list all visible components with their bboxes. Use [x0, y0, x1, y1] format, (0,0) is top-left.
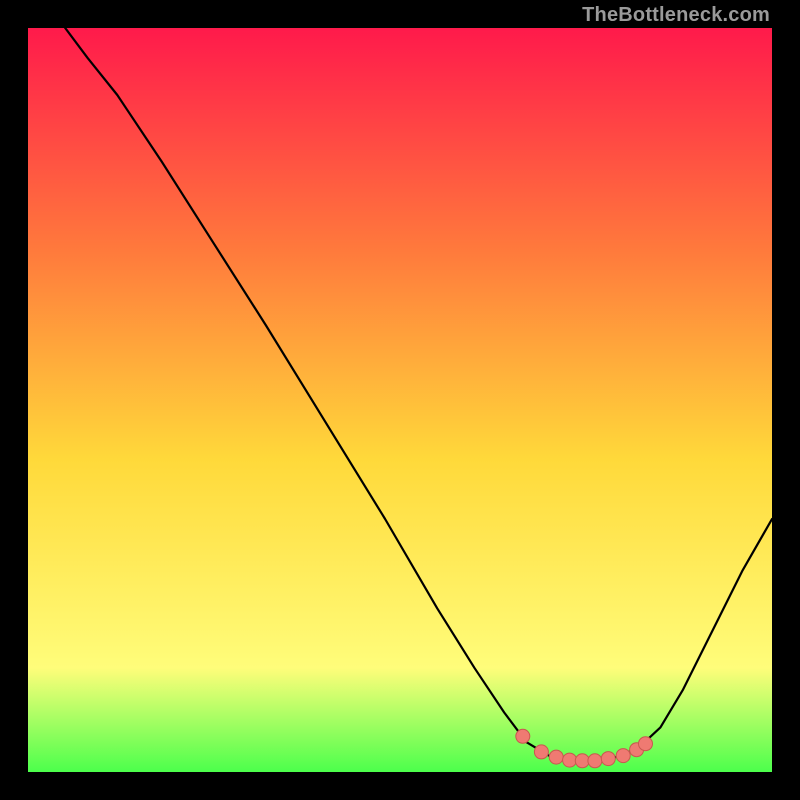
gradient-background	[28, 28, 772, 772]
attribution-text: TheBottleneck.com	[582, 4, 770, 27]
data-point	[575, 754, 589, 768]
data-point	[563, 753, 577, 767]
data-point	[516, 729, 530, 743]
plot-area	[28, 28, 772, 772]
data-point	[534, 745, 548, 759]
chart-frame: TheBottleneck.com	[0, 0, 800, 800]
data-point	[639, 737, 653, 751]
bottleneck-curve-chart	[28, 28, 772, 772]
data-point	[549, 750, 563, 764]
data-point	[588, 754, 602, 768]
data-point	[601, 752, 615, 766]
data-point	[616, 749, 630, 763]
